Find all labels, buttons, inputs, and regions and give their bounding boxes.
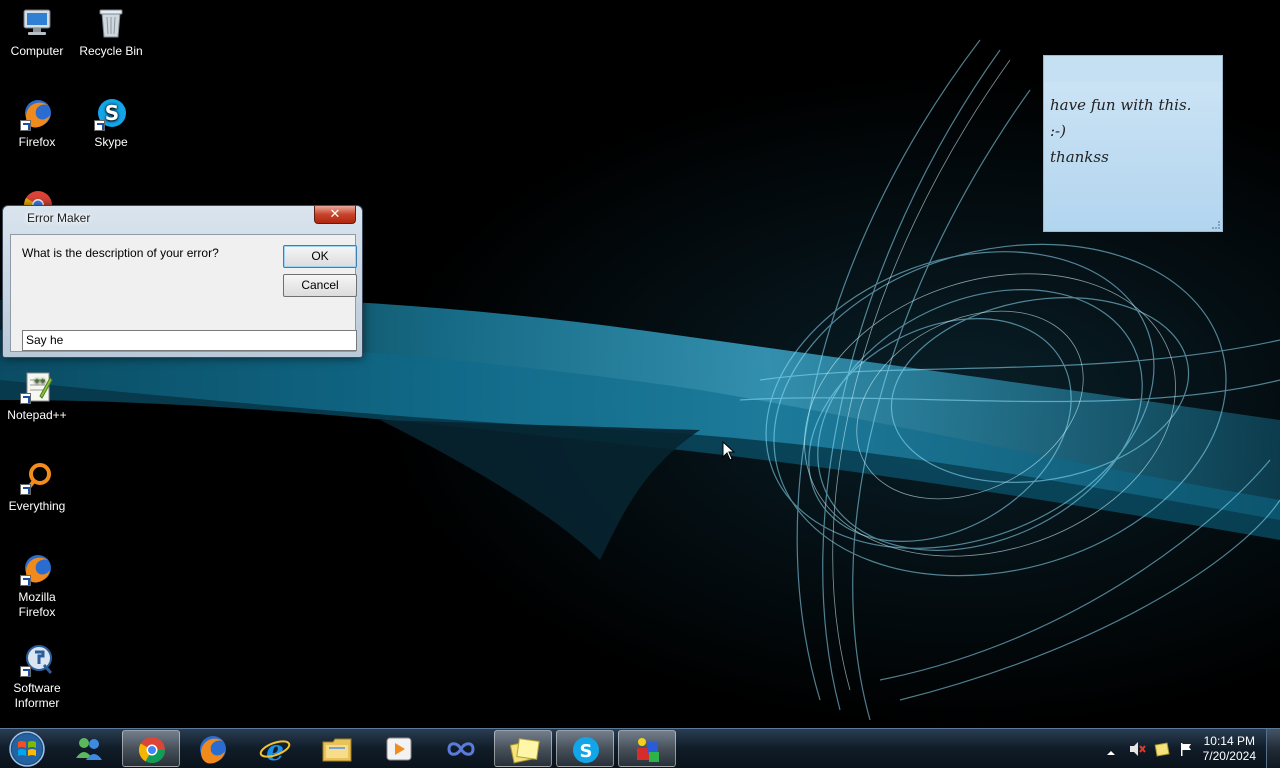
desktop-icon-software-informer[interactable]: Software Informer [0,643,74,711]
software-informer-icon [20,643,54,677]
cancel-button[interactable]: Cancel [283,274,357,297]
svg-text:e: e [266,734,284,764]
desktop-icon-notepad-plus-plus[interactable]: ++ Notepad++ [0,370,74,423]
notification-sticky-icon[interactable] [1154,741,1170,761]
sticky-note-line: :-) [1050,122,1066,140]
taskbar-app-sticky-notes[interactable] [494,730,552,767]
chevron-up-icon [1107,751,1115,755]
sticky-note-text[interactable]: have fun with this. :-) thankss [1050,92,1218,170]
svg-text:S: S [105,101,119,125]
internet-explorer-icon: e [259,734,291,764]
dialog-body: What is the description of your error? O… [10,234,357,352]
infinity-icon [447,742,475,756]
volume-muted-icon[interactable] [1128,740,1146,762]
start-button[interactable] [6,729,48,768]
firefox-icon [20,552,54,586]
svg-text:S: S [580,741,593,762]
firefox-icon [20,97,54,131]
action-center-flag-icon[interactable] [1178,741,1194,761]
desktop-icon-recycle-bin[interactable]: Recycle Bin [74,6,148,59]
taskbar: e S 10:14 PM 7/20/2024 [0,728,1280,768]
show-hidden-icons-button[interactable] [1106,743,1116,762]
clock-date: 7/20/2024 [1202,749,1256,763]
ok-button[interactable]: OK [283,245,357,268]
taskbar-app-infinity[interactable] [432,730,490,767]
chrome-icon [138,737,166,764]
error-maker-dialog: Error Maker ✕ What is the description of… [2,205,363,358]
sticky-note[interactable]: have fun with this. :-) thankss [1043,55,1223,232]
sticky-notes-icon [509,738,540,764]
dialog-title: Error Maker [27,211,91,225]
taskbar-app-error-maker[interactable] [618,730,676,767]
taskbar-app-skype[interactable]: S [556,730,614,767]
dialog-close-button[interactable]: ✕ [314,206,356,224]
everything-search-icon [20,461,54,495]
taskbar-app-media-player[interactable] [370,730,428,767]
messenger-icon [76,738,102,760]
desktop-icon-computer[interactable]: Computer [0,6,74,59]
media-player-icon [386,737,412,761]
taskbar-app-chrome[interactable] [122,730,180,767]
desktop-icon-mozilla-firefox[interactable]: Mozilla Firefox [0,552,74,620]
mouse-cursor-icon [722,440,736,465]
firefox-icon [200,736,226,764]
taskbar-app-messenger[interactable] [60,730,118,767]
taskbar-app-firefox[interactable] [184,730,242,767]
notepad-plus-plus-icon: ++ [20,370,54,404]
skype-icon: S [573,737,599,763]
system-tray: 10:14 PM 7/20/2024 [1080,729,1280,768]
clock-time: 10:14 PM [1203,734,1255,748]
clock[interactable]: 10:14 PM 7/20/2024 [1203,734,1256,764]
windows-logo-icon [9,731,45,767]
folder-icon [322,738,352,762]
taskbar-app-windows-explorer[interactable] [308,730,366,767]
desktop-icon-firefox[interactable]: Firefox [0,97,74,150]
skype-icon: S [94,97,128,131]
close-icon: ✕ [329,207,341,222]
error-maker-icon [637,738,659,762]
resize-grip-icon[interactable] [1212,221,1220,229]
dialog-prompt: What is the description of your error? [22,246,219,260]
desktop-icon-everything[interactable]: Everything [0,461,74,514]
sticky-note-line: have fun with this. [1050,96,1192,114]
sticky-note-header[interactable] [1044,56,1222,82]
show-desktop-button[interactable] [1266,729,1280,768]
recycle-bin-icon [94,6,128,40]
svg-text:++: ++ [34,377,46,385]
taskbar-app-internet-explorer[interactable]: e [246,730,304,767]
error-description-input[interactable]: Say he [22,330,357,351]
sticky-note-line: thankss [1050,148,1109,166]
computer-icon [20,6,54,40]
desktop-icon-skype[interactable]: S Skype [74,97,148,150]
